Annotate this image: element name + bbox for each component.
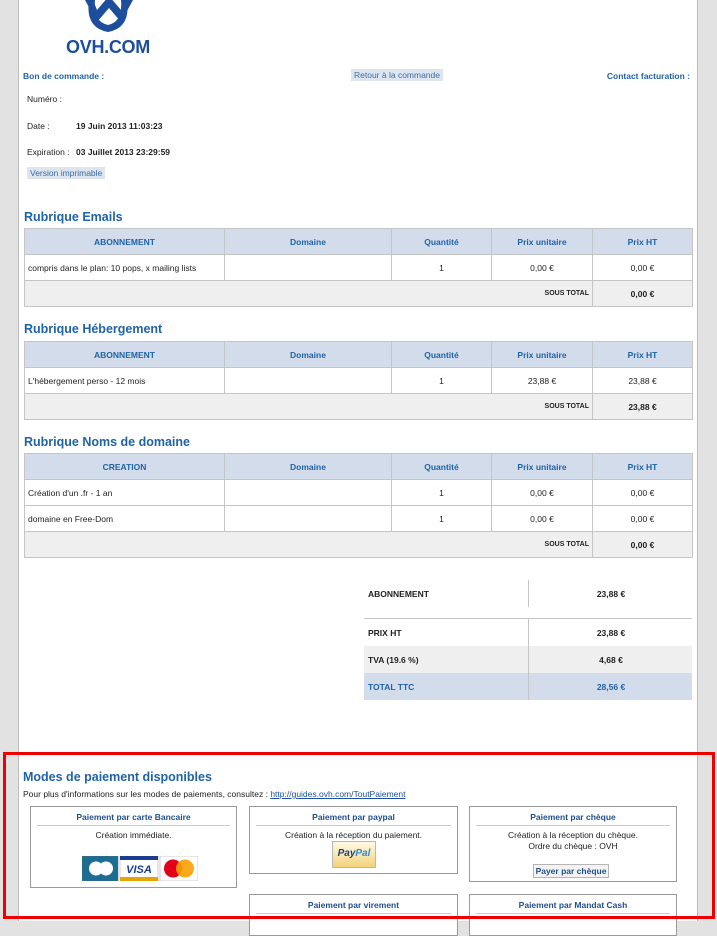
payment-highlight-box xyxy=(3,752,715,919)
totals-ttc-value: 28,56 € xyxy=(596,682,626,692)
table-header-row: ABONNEMENT Domaine Quantité Prix unitair… xyxy=(24,228,693,255)
totals-subscription-value: 23,88 € xyxy=(596,589,626,599)
totals-subscription-label: ABONNEMENT xyxy=(368,589,429,599)
totals-subscription-row: ABONNEMENT 23,88 € xyxy=(364,580,692,607)
billing-contact-label: Contact facturation : xyxy=(606,71,690,81)
subtotal-value: 23,88 € xyxy=(592,393,693,420)
subtotal-value: 0,00 € xyxy=(592,531,693,558)
item-quantity: 1 xyxy=(391,254,492,281)
subtotal-row: Sous total 0,00 € xyxy=(24,531,693,558)
emails-table: ABONNEMENT Domaine Quantité Prix unitair… xyxy=(24,228,693,307)
ovh-logo[interactable]: OVH.COM xyxy=(63,0,153,60)
number-row: Numéro : xyxy=(27,94,62,104)
item-quantity: 1 xyxy=(391,479,492,506)
column-header: Domaine xyxy=(224,341,392,368)
subtotal-value: 0,00 € xyxy=(592,280,693,307)
totals-ttc-label: TOTAL TTC xyxy=(368,682,415,692)
subtotal-label: Sous total xyxy=(24,531,593,558)
item-unit-price: 23,88 € xyxy=(491,367,593,394)
item-price-ht: 0,00 € xyxy=(592,254,693,281)
column-header: Prix unitaire xyxy=(491,453,593,480)
item-quantity: 1 xyxy=(391,505,492,532)
expiration-row: Expiration : 03 Juillet 2013 23:29:59 xyxy=(27,147,170,157)
section-title-hosting: Rubrique Hébergement xyxy=(24,322,163,336)
back-to-order-button[interactable]: Retour à la commande xyxy=(351,69,443,81)
logo-text: OVH.COM xyxy=(66,37,150,57)
column-header: ABONNEMENT xyxy=(24,341,225,368)
item-quantity: 1 xyxy=(391,367,492,394)
item-unit-price: 0,00 € xyxy=(491,254,593,281)
totals-vat-label: TVA (19.6 %) xyxy=(368,655,419,665)
totals-vat-row: TVA (19.6 %) 4,68 € xyxy=(364,646,692,673)
hosting-table: ABONNEMENT Domaine Quantité Prix unitair… xyxy=(24,341,693,420)
table-row: L'hébergement perso - 12 mois 1 23,88 € … xyxy=(24,367,693,394)
item-price-ht: 0,00 € xyxy=(592,479,693,506)
column-header: Prix HT xyxy=(592,453,693,480)
totals-price-ht-label: PRIX HT xyxy=(368,628,402,638)
item-name: compris dans le plan: 10 pops, x mailing… xyxy=(24,254,225,281)
column-header: Quantité xyxy=(391,228,492,255)
date-row: Date : 19 Juin 2013 11:03:23 xyxy=(27,121,162,131)
totals-price-ht-value: 23,88 € xyxy=(596,628,626,638)
item-name: domaine en Free-Dom xyxy=(24,505,225,532)
column-header: Domaine xyxy=(224,228,392,255)
item-domain xyxy=(224,479,392,506)
expiration-label: Expiration : xyxy=(27,147,70,157)
column-header: Prix HT xyxy=(592,341,693,368)
printable-version-button[interactable]: Version imprimable xyxy=(27,167,106,179)
totals-price-ht-row: PRIX HT 23,88 € xyxy=(364,618,692,646)
date-value: 19 Juin 2013 11:03:23 xyxy=(76,121,163,131)
table-row: domaine en Free-Dom 1 0,00 € 0,00 € xyxy=(24,505,693,532)
item-price-ht: 0,00 € xyxy=(592,505,693,532)
item-domain xyxy=(224,505,392,532)
item-domain xyxy=(224,367,392,394)
subtotal-label: Sous total xyxy=(24,280,593,307)
item-price-ht: 23,88 € xyxy=(592,367,693,394)
column-header: Prix HT xyxy=(592,228,693,255)
item-name: L'hébergement perso - 12 mois xyxy=(24,367,225,394)
item-domain xyxy=(224,254,392,281)
column-header: ABONNEMENT xyxy=(24,228,225,255)
table-header-row: ABONNEMENT Domaine Quantité Prix unitair… xyxy=(24,341,693,368)
item-unit-price: 0,00 € xyxy=(491,505,593,532)
table-row: Création d'un .fr - 1 an 1 0,00 € 0,00 € xyxy=(24,479,693,506)
table-header-row: CREATION Domaine Quantité Prix unitaire … xyxy=(24,453,693,480)
column-header: Quantité xyxy=(391,341,492,368)
table-row: compris dans le plan: 10 pops, x mailing… xyxy=(24,254,693,281)
totals-vat-value: 4,68 € xyxy=(599,655,623,665)
number-label: Numéro : xyxy=(27,94,62,104)
ovh-logo-mark-icon xyxy=(85,0,133,32)
section-title-emails: Rubrique Emails xyxy=(24,210,123,224)
domains-table: CREATION Domaine Quantité Prix unitaire … xyxy=(24,453,693,558)
column-header: Prix unitaire xyxy=(491,341,593,368)
subtotal-label: Sous total xyxy=(24,393,593,420)
order-label: Bon de commande : xyxy=(23,71,105,81)
totals-ttc-row: TOTAL TTC 28,56 € xyxy=(364,673,692,700)
column-header: Domaine xyxy=(224,453,392,480)
column-header: Prix unitaire xyxy=(491,228,593,255)
date-label: Date : xyxy=(27,121,50,131)
item-unit-price: 0,00 € xyxy=(491,479,593,506)
section-title-domains: Rubrique Noms de domaine xyxy=(24,435,190,449)
item-name: Création d'un .fr - 1 an xyxy=(24,479,225,506)
expiration-value: 03 Juillet 2013 23:29:59 xyxy=(76,147,171,157)
subtotal-row: Sous total 0,00 € xyxy=(24,280,693,307)
subtotal-row: Sous total 23,88 € xyxy=(24,393,693,420)
column-header: CREATION xyxy=(24,453,225,480)
column-header: Quantité xyxy=(391,453,492,480)
